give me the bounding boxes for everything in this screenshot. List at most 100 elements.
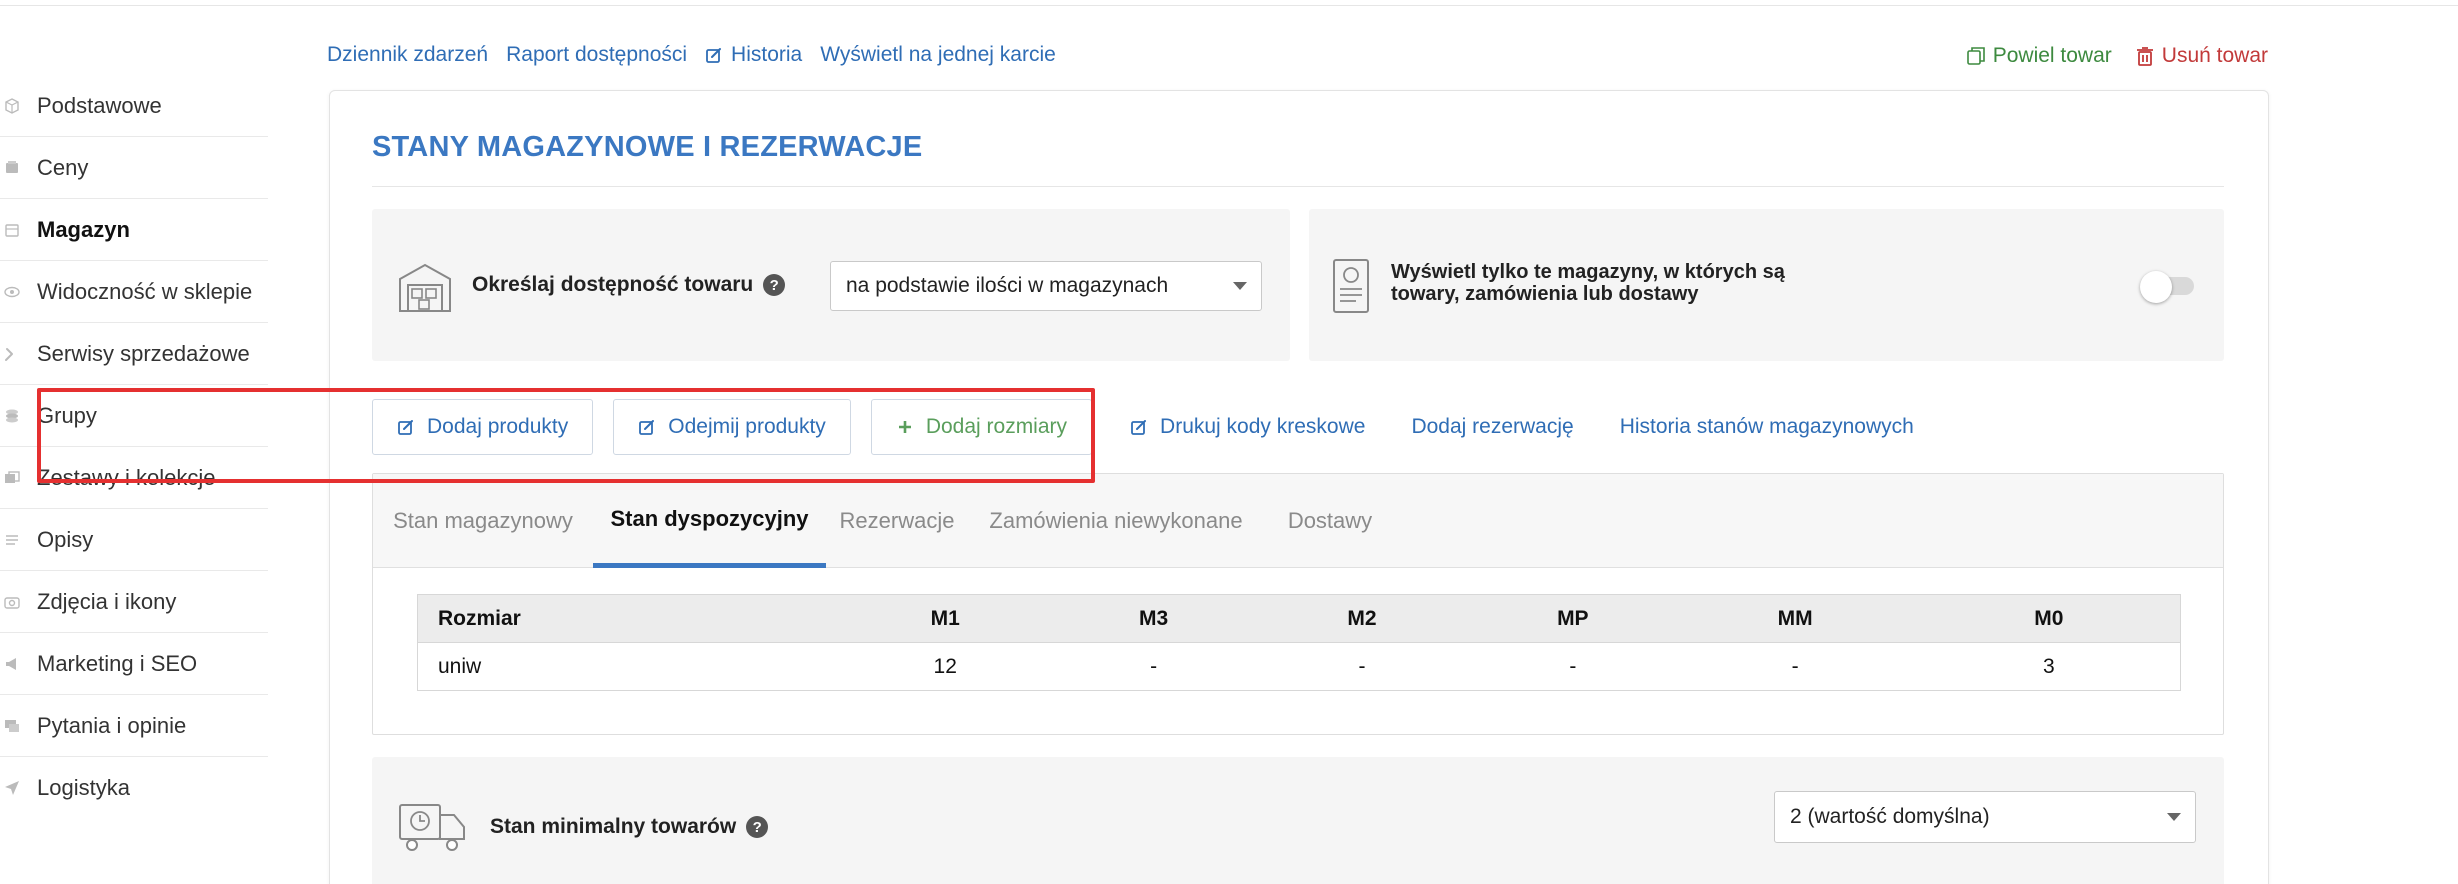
availability-label-text: Określaj dostępność towaru (472, 273, 754, 296)
top-links: Dziennik zdarzeń Raport dostępności Hist… (327, 40, 1056, 70)
stack-icon (0, 407, 24, 425)
title-divider (372, 186, 2224, 187)
column-header-m3: M3 (1056, 594, 1252, 643)
min-stock-panel: Stan minimalny towarów ? 2 (wartość domy… (372, 757, 2224, 884)
sidebar-item-label: Magazyn (37, 216, 130, 242)
edit-icon (639, 420, 655, 435)
item-actions: Powiel towar Usuń towar (1965, 44, 2268, 68)
send-icon (0, 779, 24, 797)
sidebar-item-serwisy[interactable]: Serwisy sprzedażowe (0, 323, 268, 385)
sidebar-item-grupy[interactable]: Grupy (0, 385, 268, 447)
document-icon (1333, 259, 1369, 313)
add-sizes-label: Dodaj rozmiary (925, 415, 1068, 438)
sidebar-item-label: Ceny (37, 154, 89, 180)
table-row: uniw 12 - - - - 3 (417, 642, 2181, 691)
sidebar-item-label: Grupy (37, 402, 97, 428)
table-cell: - (1672, 642, 1918, 691)
warehouse-filter-panel: Wyświetl tylko te magazyny, w których są… (1309, 209, 2224, 361)
help-icon[interactable]: ? (763, 274, 786, 296)
history-link[interactable]: Historia (705, 43, 802, 67)
stock-history-link[interactable]: Historia stanów magazynowych (1620, 415, 1914, 439)
sidebar-item-opisy[interactable]: Opisy (0, 509, 268, 571)
tab-stan-dyspozycyjny[interactable]: Stan dyspozycyjny (593, 474, 826, 568)
warehouse-icon (0, 221, 24, 239)
subtract-products-button[interactable]: Odejmij produkty (613, 399, 851, 455)
sidebar-item-pytania[interactable]: Pytania i opinie (0, 695, 268, 757)
table-cell: 12 (834, 642, 1057, 691)
column-header-m0: M0 (1917, 594, 2181, 643)
trash-icon (2136, 47, 2153, 66)
gavel-icon (0, 345, 24, 363)
stock-card: STANY MAGAZYNOWE I REZERWACJE Określaj d… (329, 90, 2269, 884)
sidebar-item-zdjecia[interactable]: Zdjęcia i ikony (0, 571, 268, 633)
column-header-m2: M2 (1251, 594, 1473, 643)
column-header-mp: MP (1472, 594, 1673, 643)
tabs-bar: Stan magazynowy Stan dyspozycyjny Rezerw… (373, 474, 2223, 568)
duplicate-item-button[interactable]: Powiel towar (1965, 44, 2112, 68)
sidebar: Podstawowe Ceny Magazyn Widoczność w skl… (0, 75, 268, 819)
sidebar-item-podstawowe[interactable]: Podstawowe (0, 75, 268, 137)
sidebar-item-label: Opisy (37, 526, 94, 552)
warehouse-filter-label: Wyświetl tylko te magazyny, w których są… (1391, 261, 1785, 305)
column-header-mm: MM (1672, 594, 1918, 643)
box-icon (0, 97, 24, 115)
add-products-label: Dodaj produkty (427, 415, 569, 438)
print-barcodes-link[interactable]: Drukuj kody kreskowe (1130, 415, 1365, 439)
delete-item-button[interactable]: Usuń towar (2134, 44, 2268, 68)
table-cell: - (1056, 642, 1252, 691)
add-reservation-link[interactable]: Dodaj rezerwację (1411, 415, 1573, 439)
sidebar-item-label: Serwisy sprzedażowe (37, 340, 250, 366)
sidebar-item-label: Marketing i SEO (37, 650, 198, 676)
top-divider (0, 0, 2458, 6)
min-stock-label: Stan minimalny towarów ? (490, 815, 769, 839)
warehouse-filter-toggle[interactable] (2140, 271, 2194, 303)
single-card-link[interactable]: Wyświetl na jednej karcie (820, 43, 1056, 67)
text-lines-icon (0, 531, 24, 549)
min-stock-select[interactable]: 2 (wartość domyślna) (1774, 791, 2196, 843)
tab-stan-magazynowy[interactable]: Stan magazynowy (373, 474, 593, 568)
tab-rezerwacje[interactable]: Rezerwacje (826, 474, 968, 568)
tab-zamowienia-niewykonane[interactable]: Zamówienia niewykonane (968, 474, 1264, 568)
sidebar-item-label: Zestawy i kolekcje (37, 464, 216, 490)
subtract-products-label: Odejmij produkty (668, 415, 826, 438)
column-header-m1: M1 (834, 594, 1057, 643)
copy-icon (1966, 47, 1985, 65)
duplicate-item-label: Powiel towar (1992, 44, 2112, 67)
stock-actions: Dodaj produkty Odejmij produkty Dodaj ro… (372, 399, 1960, 455)
sidebar-item-label: Zdjęcia i ikony (37, 588, 177, 614)
price-tag-icon (0, 159, 24, 177)
chevron-down-icon (1233, 282, 1247, 290)
history-link-label: Historia (731, 43, 803, 66)
edit-icon (1131, 420, 1147, 435)
delivery-truck-icon (399, 804, 465, 851)
min-stock-label-text: Stan minimalny towarów (490, 815, 737, 838)
add-products-button[interactable]: Dodaj produkty (372, 399, 594, 455)
sidebar-item-widocznosc[interactable]: Widoczność w sklepie (0, 261, 268, 323)
tab-dostawy[interactable]: Dostawy (1264, 474, 1396, 568)
print-barcodes-label: Drukuj kody kreskowe (1160, 415, 1366, 438)
chat-icon (0, 717, 24, 735)
toggle-knob (2140, 271, 2172, 303)
help-icon[interactable]: ? (746, 816, 769, 838)
availability-panel: Określaj dostępność towaru ? na podstawi… (372, 209, 1290, 361)
table-cell: uniw (417, 642, 835, 691)
sidebar-item-zestawy[interactable]: Zestawy i kolekcje (0, 447, 268, 509)
sidebar-item-marketing[interactable]: Marketing i SEO (0, 633, 268, 695)
sidebar-item-ceny[interactable]: Ceny (0, 137, 268, 199)
table-cell: - (1472, 642, 1673, 691)
sidebar-item-label: Pytania i opinie (37, 712, 187, 738)
megaphone-icon (0, 655, 24, 673)
availability-select[interactable]: na podstawie ilości w magazynach (830, 261, 1262, 311)
availability-report-link[interactable]: Raport dostępności (506, 43, 687, 67)
sidebar-item-label: Widoczność w sklepie (37, 278, 253, 304)
stock-table: Rozmiar M1 M3 M2 MP MM M0 uniw 12 - - - … (417, 594, 2181, 691)
eye-icon (0, 283, 24, 301)
sidebar-item-logistyka[interactable]: Logistyka (0, 757, 268, 819)
min-stock-select-value: 2 (wartość domyślna) (1790, 805, 1990, 828)
stock-tabs-panel: Stan magazynowy Stan dyspozycyjny Rezerw… (372, 473, 2224, 735)
edit-icon (398, 420, 413, 435)
sidebar-item-magazyn[interactable]: Magazyn (0, 199, 268, 261)
event-log-link[interactable]: Dziennik zdarzeń (327, 43, 488, 67)
sidebar-item-label: Logistyka (37, 775, 130, 800)
add-sizes-button[interactable]: Dodaj rozmiary (870, 399, 1093, 455)
